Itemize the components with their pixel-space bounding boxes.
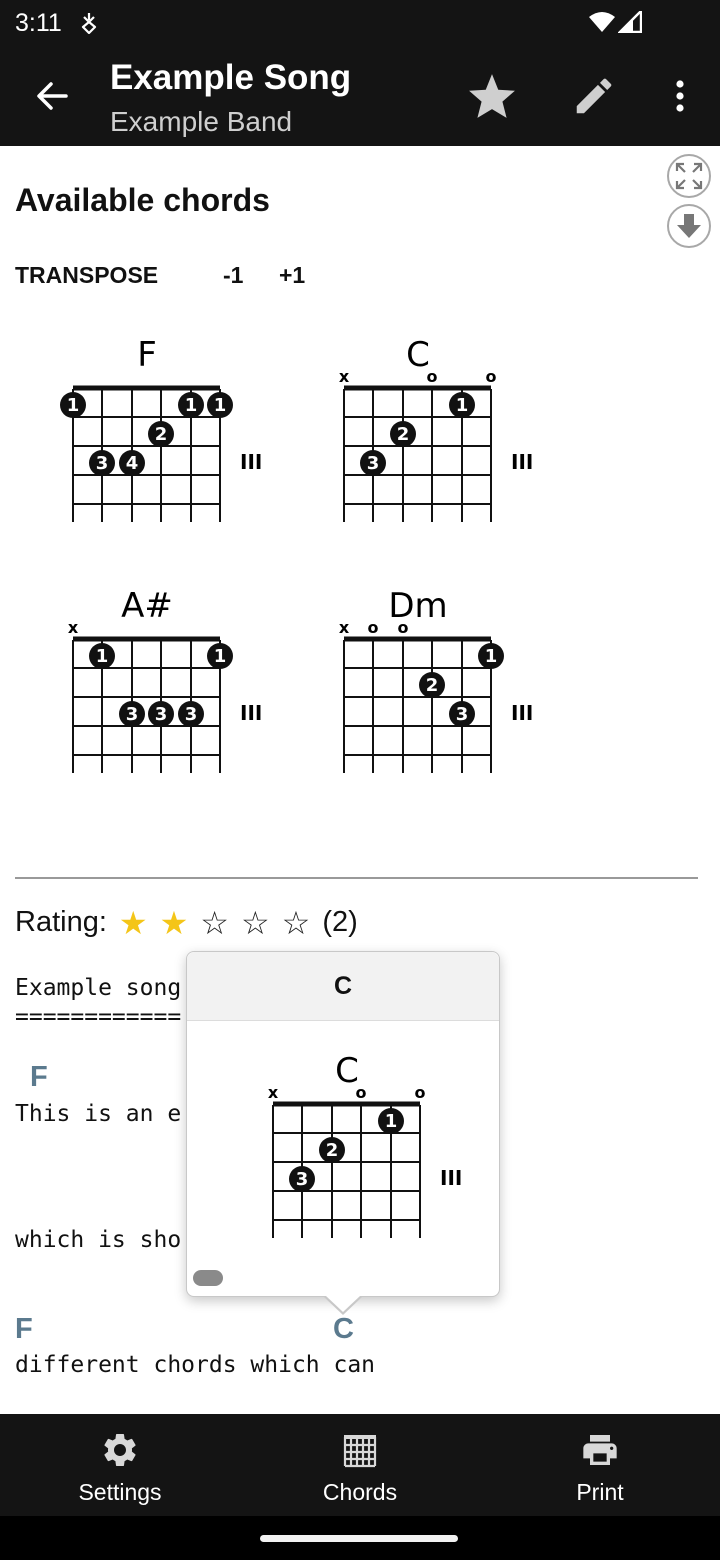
back-button[interactable] bbox=[24, 68, 80, 124]
more-vert-icon bbox=[676, 80, 684, 112]
svg-text:1: 1 bbox=[385, 1111, 398, 1132]
edit-button[interactable] bbox=[566, 68, 622, 124]
song-title: Example Song bbox=[110, 58, 352, 97]
chord-diagram-a-sharp[interactable]: A# x 1 1 3 3 3 III bbox=[50, 577, 270, 777]
svg-text:2: 2 bbox=[326, 1140, 339, 1161]
more-options-button[interactable] bbox=[660, 68, 700, 124]
nav-print[interactable]: Print bbox=[480, 1414, 720, 1516]
chord-marker-f[interactable]: F bbox=[30, 1061, 48, 1094]
svg-text:1: 1 bbox=[67, 395, 80, 416]
svg-text:4: 4 bbox=[126, 453, 139, 474]
popup-title: C bbox=[187, 952, 499, 1021]
bottom-navigation: Settings Chords Print bbox=[0, 1414, 720, 1516]
transpose-down-button[interactable]: -1 bbox=[223, 262, 243, 289]
lyric-line: This is an e bbox=[15, 1101, 182, 1127]
string-marker: o bbox=[398, 618, 409, 637]
rating: Rating: ★ ★ ☆ ☆ ☆ (2) bbox=[15, 906, 358, 939]
popup-chord-diagram-c: C x o o 1 2 3 III bbox=[268, 1051, 462, 1238]
string-marker: o bbox=[368, 618, 379, 637]
chord-grid-icon bbox=[343, 1435, 377, 1468]
string-marker: x bbox=[339, 618, 350, 637]
svg-text:1: 1 bbox=[456, 395, 469, 416]
string-marker: o bbox=[356, 1083, 367, 1102]
start-fret-label: III bbox=[240, 701, 262, 725]
rating-star-4[interactable]: ☆ bbox=[241, 907, 270, 939]
rating-label: Rating: bbox=[15, 906, 107, 938]
string-marker: x bbox=[339, 367, 350, 386]
rating-star-1[interactable]: ★ bbox=[119, 907, 148, 939]
arrow-left-icon bbox=[37, 82, 68, 110]
chord-popup[interactable]: C C x o o 1 2 3 III bbox=[186, 951, 500, 1315]
chord-marker-c[interactable]: C bbox=[333, 1313, 354, 1346]
svg-text:3: 3 bbox=[456, 704, 469, 725]
start-fret-label: III bbox=[440, 1166, 462, 1190]
divider bbox=[15, 877, 698, 879]
svg-text:1: 1 bbox=[485, 646, 498, 667]
song-title-underline: ============ bbox=[15, 1004, 182, 1030]
svg-text:2: 2 bbox=[426, 675, 439, 696]
chord-name: A# bbox=[121, 586, 173, 626]
transpose-label: TRANSPOSE bbox=[15, 262, 159, 288]
pencil-icon bbox=[576, 78, 612, 114]
popup-pointer-fill bbox=[326, 1296, 360, 1312]
nav-settings[interactable]: Settings bbox=[0, 1414, 240, 1516]
chord-name: F bbox=[137, 335, 157, 375]
status-bar: 3:11 bbox=[0, 0, 720, 46]
string-marker: o bbox=[415, 1083, 426, 1102]
song-content[interactable]: Available chords TRANSPOSE -1 +1 F 1 1 1… bbox=[0, 146, 720, 1414]
string-marker: x bbox=[68, 618, 79, 637]
nav-print-label: Print bbox=[576, 1479, 624, 1505]
svg-text:1: 1 bbox=[214, 395, 227, 416]
download-icon bbox=[677, 214, 701, 238]
signal-icon bbox=[618, 11, 642, 33]
string-marker: o bbox=[427, 367, 438, 386]
wifi-icon bbox=[589, 12, 615, 32]
available-chords-heading: Available chords bbox=[15, 182, 270, 218]
rating-count: (2) bbox=[322, 906, 358, 938]
nav-chords-label: Chords bbox=[322, 1479, 398, 1505]
start-fret-label: III bbox=[511, 450, 533, 474]
start-fret-label: III bbox=[240, 450, 262, 474]
chord-diagram-dm[interactable]: Dm x o o 1 2 3 III bbox=[321, 577, 541, 777]
svg-text:2: 2 bbox=[397, 424, 410, 445]
nav-chords[interactable]: Chords bbox=[240, 1414, 480, 1516]
chord-marker-f[interactable]: F bbox=[15, 1313, 33, 1346]
svg-text:3: 3 bbox=[296, 1169, 309, 1190]
svg-text:2: 2 bbox=[155, 424, 168, 445]
band-name: Example Band bbox=[110, 106, 293, 137]
svg-text:3: 3 bbox=[185, 704, 198, 725]
data-saver-icon bbox=[81, 13, 97, 34]
svg-text:1: 1 bbox=[185, 395, 198, 416]
string-marker: x bbox=[268, 1083, 279, 1102]
printer-icon bbox=[583, 1435, 617, 1465]
download-button[interactable] bbox=[667, 204, 711, 248]
favorite-button[interactable] bbox=[464, 68, 520, 124]
app-bar: Example Song Example Band bbox=[0, 46, 720, 146]
svg-text:3: 3 bbox=[96, 453, 109, 474]
string-marker: o bbox=[486, 367, 497, 386]
chord-diagram-f[interactable]: F 1 1 1 2 3 4 III bbox=[50, 326, 270, 526]
gear-icon bbox=[104, 1434, 136, 1466]
star-icon bbox=[469, 74, 515, 118]
popup-resize-handle[interactable] bbox=[193, 1270, 223, 1286]
song-title-line: Example song bbox=[15, 975, 182, 1001]
fullscreen-icon bbox=[675, 162, 703, 190]
status-time: 3:11 bbox=[15, 9, 62, 37]
svg-text:1: 1 bbox=[214, 646, 227, 667]
svg-text:1: 1 bbox=[96, 646, 109, 667]
start-fret-label: III bbox=[511, 701, 533, 725]
home-gesture-handle[interactable] bbox=[260, 1535, 458, 1542]
rating-star-3[interactable]: ☆ bbox=[200, 907, 229, 939]
fullscreen-button[interactable] bbox=[667, 154, 711, 198]
svg-text:3: 3 bbox=[367, 453, 380, 474]
lyric-line: different chords which can bbox=[15, 1352, 376, 1378]
rating-star-5[interactable]: ☆ bbox=[282, 907, 311, 939]
svg-text:3: 3 bbox=[126, 704, 139, 725]
rating-star-2[interactable]: ★ bbox=[160, 907, 189, 939]
lyric-line: which is sho bbox=[15, 1227, 182, 1253]
transpose-up-button[interactable]: +1 bbox=[279, 262, 305, 289]
svg-text:3: 3 bbox=[155, 704, 168, 725]
nav-settings-label: Settings bbox=[78, 1479, 162, 1505]
chord-diagram-c[interactable]: C x o o 1 2 3 III bbox=[321, 326, 541, 526]
